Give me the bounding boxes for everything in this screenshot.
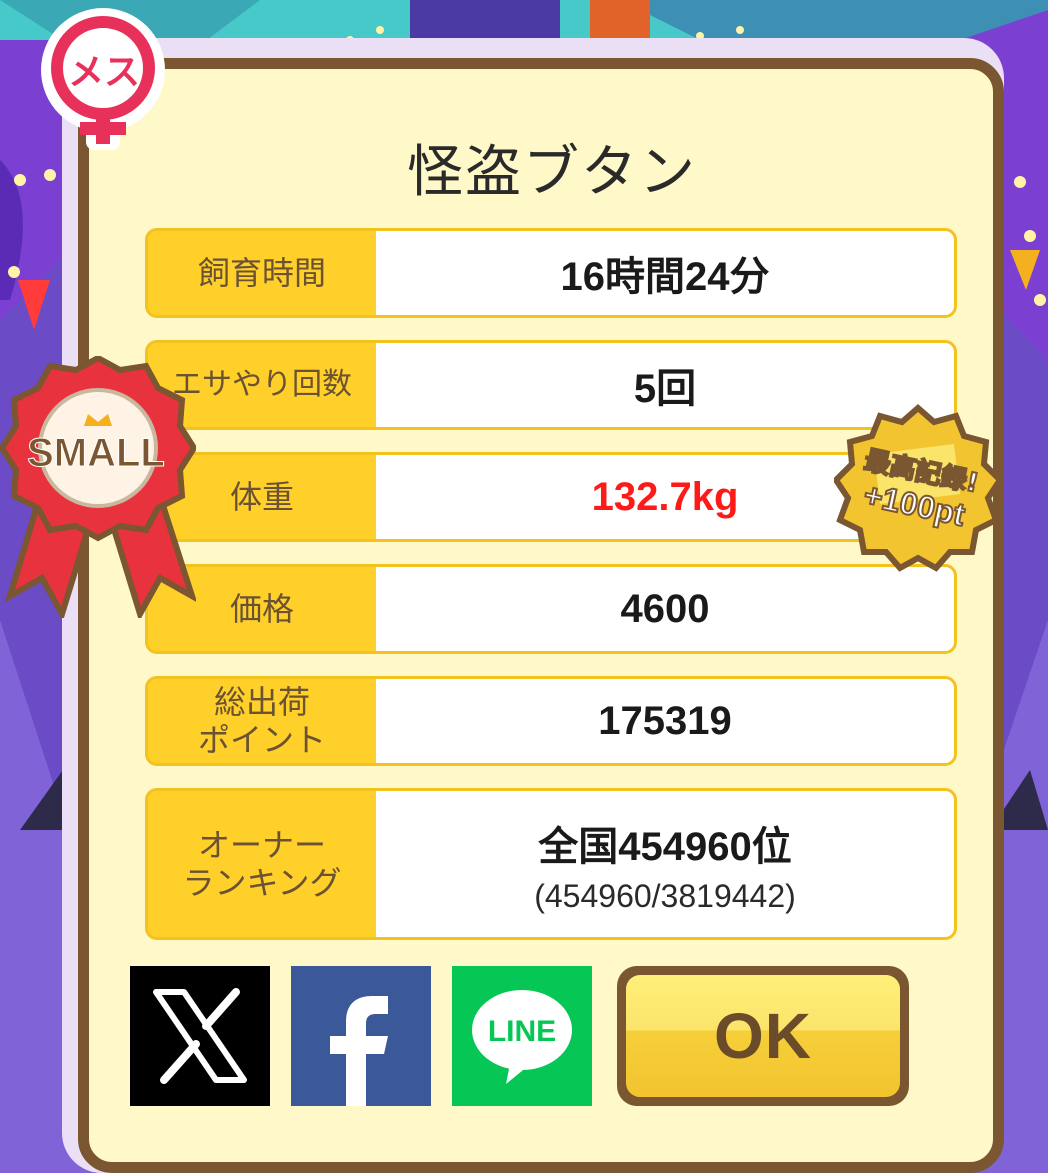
stat-label-line2: ポイント [197, 721, 326, 759]
stat-value: 全国454960位 (454960/3819442) [376, 791, 954, 937]
stat-label-line2: ランキング [182, 864, 342, 902]
stat-label-line1: オーナー [197, 826, 326, 864]
stat-value: 175319 [376, 679, 954, 763]
facebook-icon [330, 996, 388, 1106]
stat-value: 16時間24分 [376, 231, 954, 315]
stat-row-price: 価格 4600 [145, 564, 957, 654]
record-seal-badge: 最高記録! +100pt [834, 404, 1002, 572]
share-line-button[interactable]: LINE [452, 966, 592, 1106]
ranking-value: 全国454960位 [538, 824, 792, 869]
stat-row-owner-ranking: オーナー ランキング 全国454960位 (454960/3819442) [145, 788, 957, 940]
stat-value: 4600 [376, 567, 954, 651]
size-ribbon-text: SMALL [27, 431, 165, 475]
share-x-button[interactable] [130, 966, 270, 1106]
stat-label: 総出荷 ポイント [148, 679, 376, 763]
stat-label-line1: 総出荷 [213, 683, 310, 721]
ribbon-medal-icon: SMALL [0, 356, 196, 618]
ok-button-label: OK [626, 975, 900, 1097]
gender-text: メス [68, 52, 140, 93]
ranking-detail: (454960/3819442) [534, 877, 796, 914]
ok-button[interactable]: OK [617, 966, 909, 1106]
stat-label: オーナー ランキング [148, 791, 376, 937]
stat-label: 飼育時間 [148, 231, 376, 315]
line-logo-text: LINE [488, 1015, 556, 1048]
stat-row-raising-time: 飼育時間 16時間24分 [145, 228, 957, 318]
share-facebook-button[interactable] [291, 966, 431, 1106]
stat-row-total-points: 総出荷 ポイント 175319 [145, 676, 957, 766]
x-logo-icon [153, 988, 247, 1084]
line-icon: LINE [472, 990, 572, 1084]
character-name: 怪盗ブタン [407, 140, 697, 205]
female-icon: メス [41, 8, 165, 150]
